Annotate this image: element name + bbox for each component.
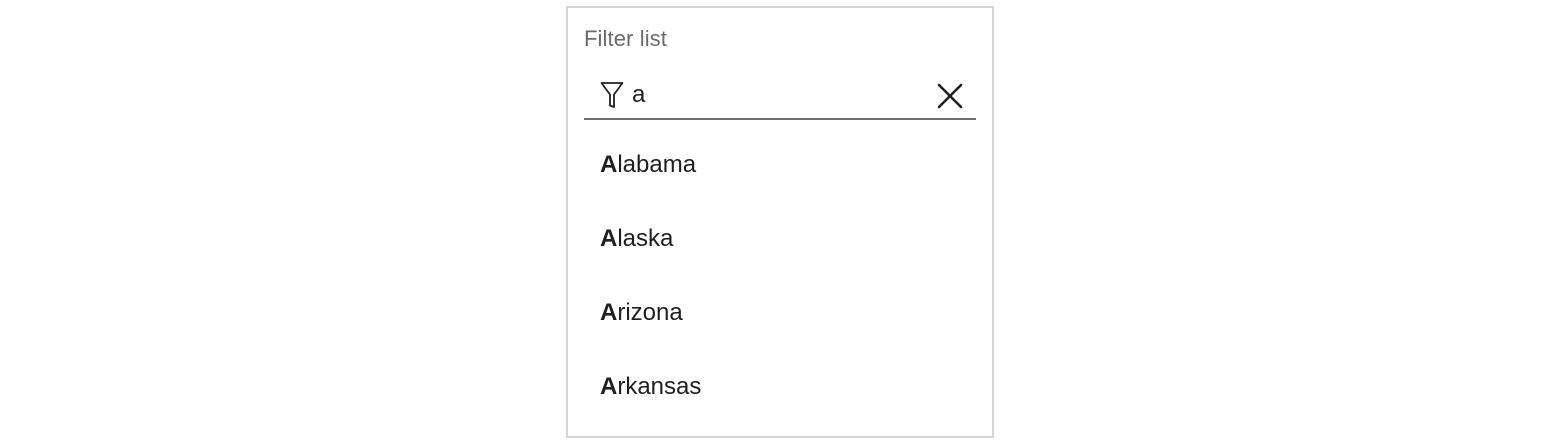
- filter-input[interactable]: [632, 76, 922, 114]
- filter-search-field: [584, 72, 976, 120]
- match-highlight: A: [600, 299, 618, 326]
- list-item[interactable]: Alaska: [568, 202, 992, 276]
- list-item-label: labama: [617, 151, 697, 178]
- match-highlight: A: [600, 225, 618, 252]
- list-item-label: laska: [617, 225, 674, 252]
- results-list: Alabama Alaska Arizona Arkansas: [568, 128, 992, 424]
- clear-filter-button[interactable]: [934, 80, 966, 112]
- match-highlight: A: [600, 373, 618, 400]
- list-item-label: rkansas: [617, 373, 702, 400]
- match-highlight: A: [600, 151, 618, 178]
- list-item-label: rizona: [617, 299, 683, 326]
- list-item[interactable]: Alabama: [568, 128, 992, 202]
- close-icon: [937, 83, 963, 109]
- list-item[interactable]: Arkansas: [568, 350, 992, 424]
- filter-icon: [600, 82, 624, 108]
- filter-list-label: Filter list: [584, 26, 667, 51]
- list-item[interactable]: Arizona: [568, 276, 992, 350]
- filter-list-panel: Filter list Alabama Alaska Arizona Arkan…: [566, 6, 994, 438]
